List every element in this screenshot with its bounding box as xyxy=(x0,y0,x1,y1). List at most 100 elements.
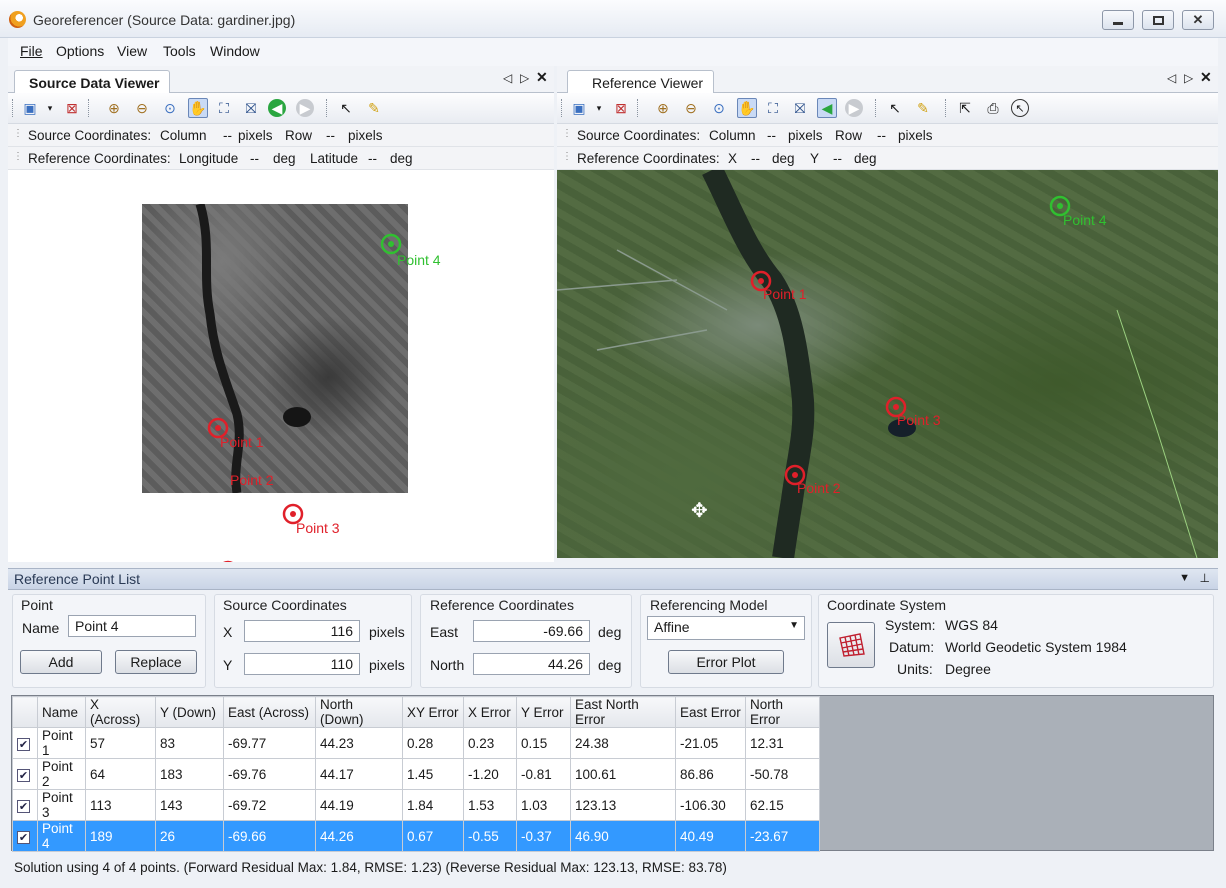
tab-reference-viewer[interactable]: Reference Viewer xyxy=(567,70,715,93)
tab-prev-icon[interactable]: ◁ xyxy=(1167,71,1176,85)
row-checkbox[interactable]: ✔ xyxy=(17,799,30,813)
reference-toolbar: ▣ ▾ ⊠ ⊕ ⊖ ⊙ ✋ ⛶ ⛝ ◀ ▶ ↖ ✎ ⇱ ⎙ ↖ xyxy=(557,93,1218,124)
col-header[interactable]: XY Error xyxy=(402,696,464,728)
zoom-out-icon[interactable]: ⊖ xyxy=(681,98,701,118)
menu-window[interactable]: Window xyxy=(210,43,260,59)
panel-close-icon[interactable]: ✕ xyxy=(1200,69,1212,86)
zoom-extent-icon[interactable]: ⛶ xyxy=(763,98,783,118)
table-header-row: Name X (Across) Y (Down) East (Across) N… xyxy=(12,696,820,728)
pencil-icon[interactable]: ✎ xyxy=(913,98,933,118)
zoom-box-icon[interactable]: ⊙ xyxy=(709,98,729,118)
replace-button[interactable]: Replace xyxy=(115,650,197,674)
chevron-down-icon: ▼ xyxy=(789,620,799,631)
panel-close-icon[interactable]: ✕ xyxy=(536,69,548,86)
select-features-icon[interactable]: ⇱ xyxy=(955,98,975,118)
close-button[interactable]: ✕ xyxy=(1182,10,1214,30)
dropdown-arrow-icon[interactable]: ▾ xyxy=(40,98,60,118)
reference-coords-row: ⋮ Reference Coordinates: Longitude -- de… xyxy=(8,147,554,170)
col-header[interactable]: Y Error xyxy=(516,696,571,728)
point-2-label: Point 2 xyxy=(797,480,841,496)
point-1-label: Point 1 xyxy=(220,434,264,450)
reference-viewer: Reference Viewer ◁ ▷ ✕ ▣ ▾ ⊠ ⊕ ⊖ ⊙ ✋ ⛶ ⛝… xyxy=(557,66,1218,562)
back-icon[interactable]: ◀ xyxy=(817,98,837,118)
reference-point-table: Name X (Across) Y (Down) East (Across) N… xyxy=(11,695,1214,852)
col-header[interactable]: North (Down) xyxy=(315,696,403,728)
maximize-button[interactable] xyxy=(1142,10,1174,30)
menu-tools[interactable]: Tools xyxy=(163,43,196,59)
col-header[interactable]: X Error xyxy=(463,696,517,728)
identify-icon[interactable]: ⎙ xyxy=(983,98,1003,118)
select-arrow-icon[interactable]: ↖ xyxy=(885,98,905,118)
east-input[interactable]: -69.66 xyxy=(473,620,590,642)
col-header[interactable]: Name xyxy=(37,696,86,728)
pan-icon[interactable]: ✋ xyxy=(737,98,757,118)
col-header[interactable]: East North Error xyxy=(570,696,676,728)
row-checkbox[interactable]: ✔ xyxy=(17,768,30,782)
col-check xyxy=(12,696,38,728)
point-2-marker[interactable] xyxy=(216,559,240,562)
col-header[interactable]: Y (Down) xyxy=(155,696,224,728)
measure-icon[interactable]: ↖ xyxy=(1011,99,1029,117)
point-name-input[interactable]: Point 4 xyxy=(68,615,196,637)
menu-view[interactable]: View xyxy=(117,43,147,59)
tab-prev-icon[interactable]: ◁ xyxy=(503,71,512,85)
tab-next-icon[interactable]: ▷ xyxy=(1184,71,1193,85)
zoom-extent-icon[interactable]: ⛶ xyxy=(214,98,234,118)
add-button[interactable]: Add xyxy=(20,650,102,674)
zoom-in-icon[interactable]: ⊕ xyxy=(653,98,673,118)
col-header[interactable]: X (Across) xyxy=(85,696,156,728)
dropdown-arrow-icon[interactable]: ▾ xyxy=(589,98,609,118)
zoom-out-icon[interactable]: ⊖ xyxy=(132,98,152,118)
window-title: Georeferencer (Source Data: gardiner.jpg… xyxy=(33,12,296,28)
col-header[interactable]: East (Across) xyxy=(223,696,316,728)
zoom-full-icon[interactable]: ⛝ xyxy=(790,98,810,118)
point-3-label: Point 3 xyxy=(296,520,340,536)
pan-icon[interactable]: ✋ xyxy=(188,98,208,118)
add-data-icon[interactable]: ▣ xyxy=(569,98,589,118)
table-row-selected[interactable]: ✔ Point 4 189 26 -69.66 44.26 0.67 -0.55 -0.37 4… xyxy=(12,820,820,852)
table-row[interactable]: ✔ Point 2 64 183 -69.76 44.17 1.45 -1.20 -0.81 1… xyxy=(12,758,820,790)
north-input[interactable]: 44.26 xyxy=(473,653,590,675)
remove-data-icon[interactable]: ⊠ xyxy=(62,98,82,118)
source-toolbar: ▣ ▾ ⊠ ⊕ ⊖ ⊙ ✋ ⛶ ⛝ ◀ ▶ ↖ ✎ xyxy=(8,93,554,124)
zoom-in-icon[interactable]: ⊕ xyxy=(104,98,124,118)
reference-point-list-header: Reference Point List ▼ ⊥ xyxy=(8,568,1218,590)
add-data-icon[interactable]: ▣ xyxy=(20,98,40,118)
error-plot-button[interactable]: Error Plot xyxy=(668,650,784,674)
row-checkbox[interactable]: ✔ xyxy=(17,737,30,751)
tab-next-icon[interactable]: ▷ xyxy=(520,71,529,85)
status-bar: Solution using 4 of 4 points. (Forward R… xyxy=(8,855,1218,881)
col-header[interactable]: East Error xyxy=(675,696,746,728)
pin-icon[interactable]: ⊥ xyxy=(1200,571,1210,585)
source-data-viewer: Source Data Viewer ◁ ▷ ✕ ▣ ▾ ⊠ ⊕ ⊖ ⊙ ✋ ⛶… xyxy=(8,66,554,562)
back-icon[interactable]: ◀ xyxy=(268,99,286,117)
coordinate-system-button[interactable] xyxy=(827,622,875,668)
minimize-button[interactable] xyxy=(1102,10,1134,30)
col-header[interactable]: North Error xyxy=(745,696,820,728)
source-image xyxy=(142,204,408,493)
pencil-icon[interactable]: ✎ xyxy=(364,98,384,118)
reference-map-canvas[interactable]: Point 4 Point 1 Point 3 Point 2 ✥ xyxy=(557,170,1218,558)
point-1-label: Point 1 xyxy=(763,286,807,302)
source-coordinates-group: Source Coordinates X 116 pixels Y 110 pi… xyxy=(214,594,412,688)
mouse-cursor-icon: ✥ xyxy=(691,500,708,522)
referencing-model-select[interactable]: Affine ▼ xyxy=(647,616,805,640)
menu-file[interactable]: File xyxy=(20,43,43,59)
source-coords-row: ⋮ Source Coordinates: Column -- pixels R… xyxy=(8,124,554,147)
select-arrow-icon[interactable]: ↖ xyxy=(336,98,356,118)
row-checkbox[interactable]: ✔ xyxy=(17,830,30,844)
source-y-input[interactable]: 110 xyxy=(244,653,360,675)
source-map-canvas[interactable]: Point 4 Point 1 Point 3 xyxy=(8,170,554,562)
point-2-label: Point 2 xyxy=(230,472,274,488)
dropdown-icon[interactable]: ▼ xyxy=(1179,572,1190,584)
menu-options[interactable]: Options xyxy=(56,43,104,59)
remove-data-icon[interactable]: ⊠ xyxy=(611,98,631,118)
forward-icon[interactable]: ▶ xyxy=(845,99,863,117)
table-row[interactable]: ✔ Point 1 57 83 -69.77 44.23 0.28 0.23 0.15 24.3… xyxy=(12,727,820,759)
source-x-input[interactable]: 116 xyxy=(244,620,360,642)
zoom-full-icon[interactable]: ⛝ xyxy=(241,98,261,118)
forward-icon[interactable]: ▶ xyxy=(296,99,314,117)
tab-source-data-viewer[interactable]: Source Data Viewer xyxy=(14,70,171,93)
zoom-box-icon[interactable]: ⊙ xyxy=(160,98,180,118)
table-row[interactable]: ✔ Point 3 113 143 -69.72 44.19 1.84 1.53 1.03 12… xyxy=(12,789,820,821)
